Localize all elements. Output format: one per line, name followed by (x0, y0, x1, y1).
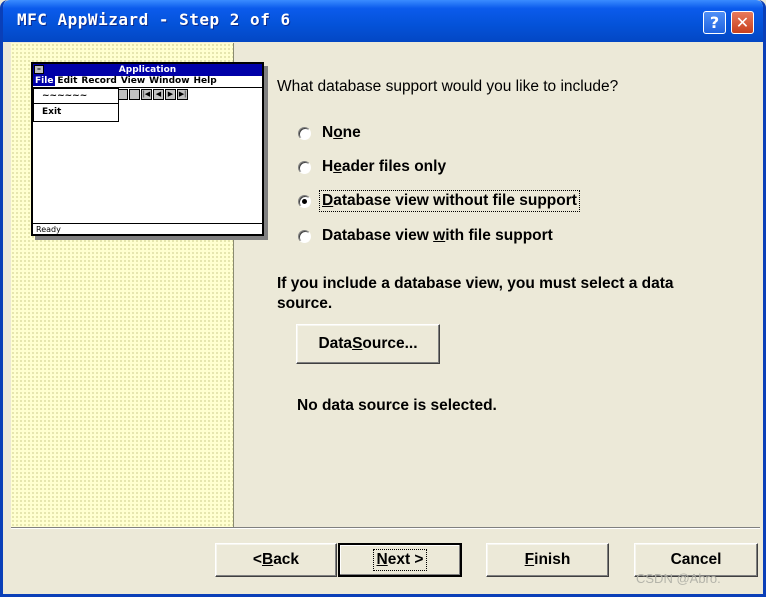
radio-none[interactable]: None (298, 123, 363, 143)
preview-app-title: Application (118, 65, 177, 75)
preview-toolbar: |◀ ◀ ▶ ▶| (117, 89, 188, 101)
window-title: MFC AppWizard - Step 2 of 6 (17, 10, 291, 29)
radio-header-files-circle[interactable] (298, 160, 311, 174)
radio-database-view-without-file-support[interactable]: Database view without file support (298, 190, 580, 212)
radio-header-files-label[interactable]: Header files only (320, 157, 448, 177)
next-record-icon: ▶ (165, 89, 176, 100)
back-button[interactable]: < Back (215, 543, 337, 577)
radio-none-label[interactable]: None (320, 123, 363, 143)
help-button[interactable]: ? (703, 11, 726, 34)
radio-db-view-no-file-label[interactable]: Database view without file support (319, 190, 580, 212)
close-button[interactable]: ✕ (731, 11, 754, 34)
preview-menu-window: Window (149, 76, 190, 86)
radio-none-circle[interactable] (298, 126, 311, 140)
preview-menu-edit: Edit (57, 76, 78, 86)
system-menu-icon: – (34, 65, 44, 74)
close-icon: ✕ (735, 13, 750, 32)
database-support-question: What database support would you like to … (277, 78, 619, 95)
preview-dropdown-item: ~~~~~~ (34, 89, 118, 104)
prev-record-icon: ◀ (153, 89, 164, 100)
footer-separator (11, 527, 760, 529)
radio-db-view-no-file-circle[interactable] (298, 194, 311, 208)
app-preview-illustration: – Application File Edit Record View Window He… (31, 62, 264, 236)
preview-status-bar: Ready (33, 223, 262, 234)
first-record-icon: |◀ (141, 89, 152, 100)
help-icon: ? (709, 13, 720, 32)
preview-menu-file: File (33, 76, 56, 86)
watermark-text: CSDN @Abro. (636, 571, 721, 586)
title-bar[interactable]: MFC AppWizard - Step 2 of 6 ? ✕ (3, 0, 763, 42)
preview-menu-view: View (120, 76, 146, 86)
radio-database-view-with-file-support[interactable]: Database view with file support (298, 226, 555, 246)
radio-db-view-with-file-circle[interactable] (298, 229, 311, 243)
data-source-button[interactable]: Data Source... (296, 324, 440, 364)
data-source-info-text: If you include a database view, you must… (277, 275, 674, 312)
next-button[interactable]: Next > (338, 543, 462, 577)
preview-menu-record: Record (81, 76, 117, 86)
preview-title-bar: – Application (33, 64, 262, 76)
wizard-illustration-pane: – Application File Edit Record View Window He… (11, 43, 264, 527)
finish-button[interactable]: Finish (486, 543, 609, 577)
last-record-icon: ▶| (177, 89, 188, 100)
preview-menu-bar: File Edit Record View Window Help (33, 76, 262, 88)
preview-menu-help: Help (193, 76, 217, 86)
radio-header-files-only[interactable]: Header files only (298, 157, 448, 177)
preview-file-dropdown: ~~~~~~ Exit (33, 88, 119, 122)
radio-db-view-with-file-label[interactable]: Database view with file support (320, 226, 555, 246)
preview-toolbar-button (129, 89, 140, 100)
data-source-status: No data source is selected. (297, 397, 497, 414)
preview-dropdown-exit: Exit (42, 107, 62, 117)
